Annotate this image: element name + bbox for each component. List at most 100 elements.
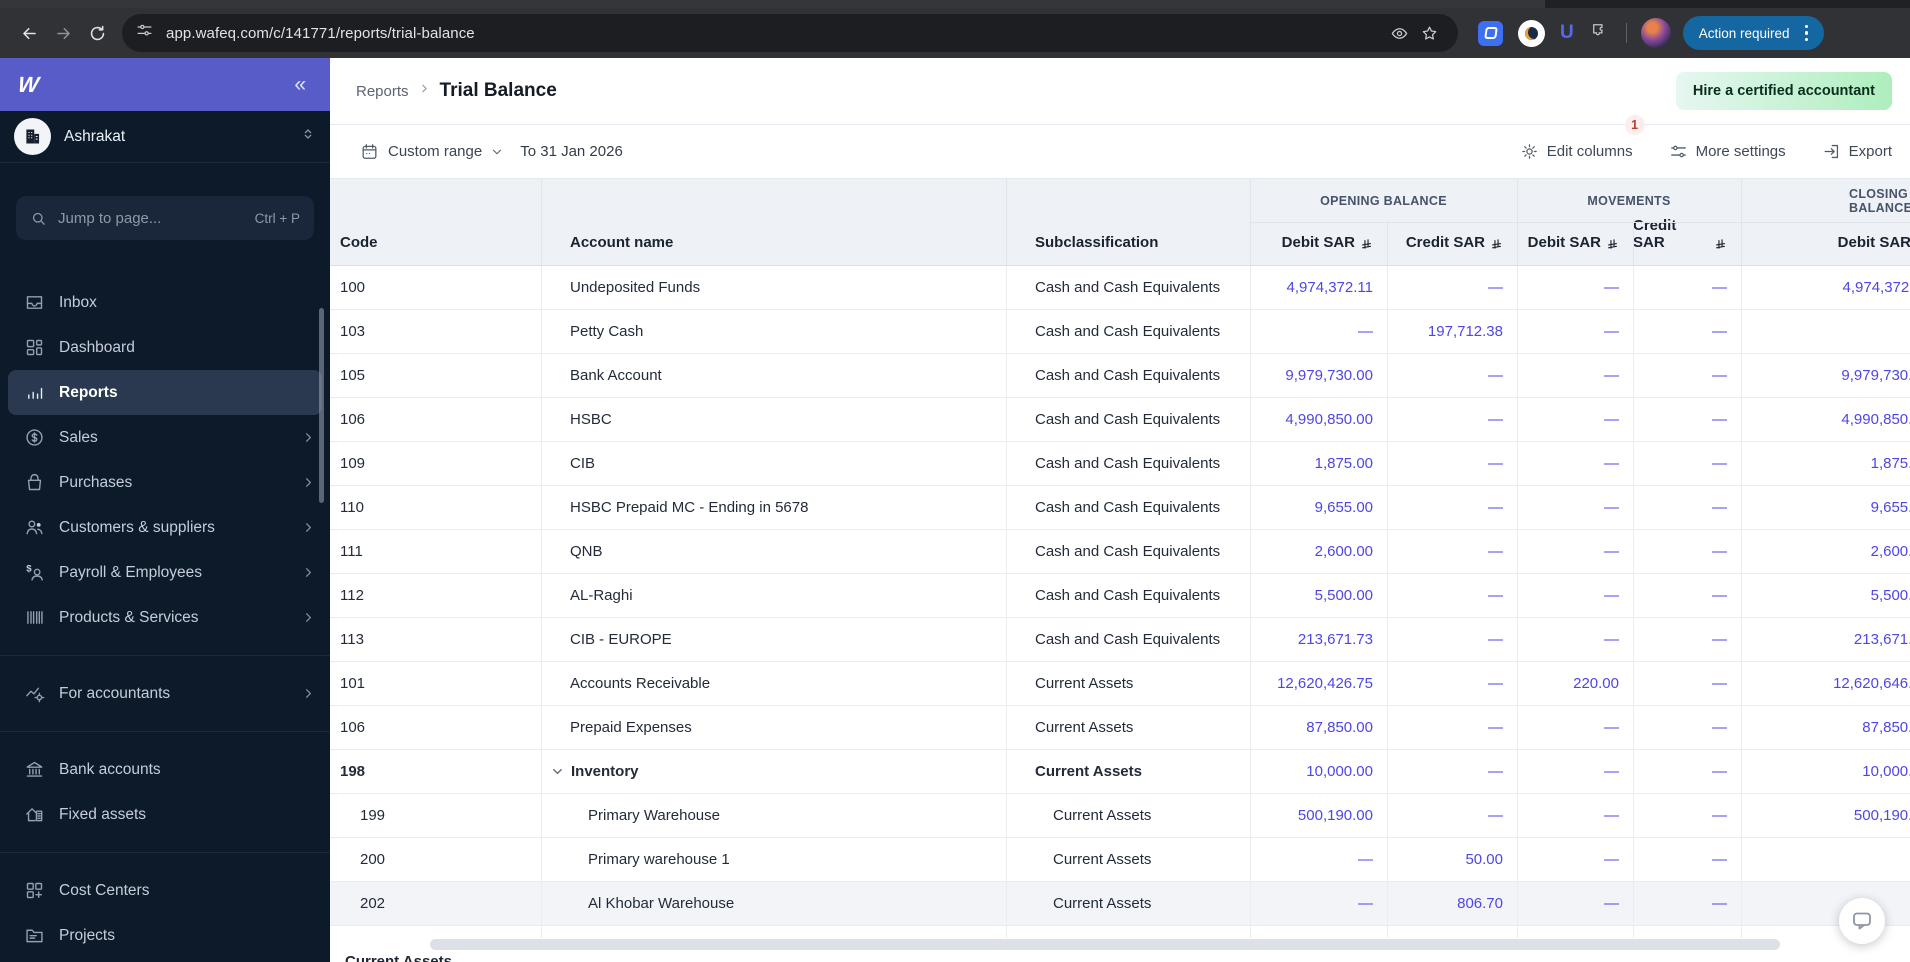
- site-settings-icon[interactable]: [136, 22, 153, 44]
- active-tab[interactable]: [0, 0, 1545, 8]
- cell-subclassification: Current Assets: [1006, 882, 1250, 925]
- cell-movements-debit: —: [1517, 574, 1633, 617]
- cell-opening-debit: 10,000.00: [1250, 750, 1387, 793]
- table-row[interactable]: 106 Prepaid Expenses Current Assets 87,850.…: [330, 706, 1910, 750]
- chevron-right-icon: [301, 520, 316, 535]
- sidebar-item-products[interactable]: Products & Services: [0, 595, 330, 640]
- table-row[interactable]: 111 QNB Cash and Cash Equivalents 2,600.00—…: [330, 530, 1910, 574]
- breadcrumb-reports-link[interactable]: Reports: [356, 83, 409, 100]
- cell-opening-credit: —: [1387, 266, 1517, 309]
- extensions-puzzle-icon[interactable]: [1589, 20, 1610, 46]
- cell-opening-debit: —: [1250, 838, 1387, 881]
- cell-subclassification: Cash and Cash Equivalents: [1006, 266, 1250, 309]
- header-account-name[interactable]: Account name: [541, 179, 1006, 265]
- edit-columns-button[interactable]: Edit columns 1: [1520, 115, 1645, 161]
- reload-button[interactable]: [80, 16, 114, 50]
- report-toolbar: Custom range To 31 Jan 2026 Edit columns…: [330, 115, 1910, 178]
- table-row[interactable]: 110 HSBC Prepaid MC - Ending in 5678 Cash …: [330, 486, 1910, 530]
- table-row[interactable]: 200 Primary warehouse 1 Current Assets —50.…: [330, 838, 1910, 882]
- header-code[interactable]: Code: [330, 179, 541, 265]
- cell-account-name: HSBC Prepaid MC - Ending in 5678: [541, 486, 1006, 529]
- jump-to-page-search[interactable]: Jump to page... Ctrl + P: [16, 196, 314, 240]
- cost-centers-icon: [24, 880, 45, 901]
- sidebar-item-sales[interactable]: Sales: [0, 415, 330, 460]
- action-required-pill[interactable]: Action required: [1682, 16, 1824, 50]
- trial-balance-table: Code Account name Subclassification Debi…: [330, 178, 1910, 938]
- horizontal-scrollbar-thumb[interactable]: [430, 939, 1780, 950]
- cell-code: [330, 926, 541, 938]
- cell-movements-credit: —: [1633, 882, 1741, 925]
- sar-currency-icon: [1716, 239, 1725, 249]
- cell-movements-debit: —: [1517, 530, 1633, 573]
- browser-menu-icon[interactable]: [1796, 24, 1818, 42]
- chevron-right-icon: [301, 565, 316, 580]
- hire-accountant-button[interactable]: Hire a certified accountant: [1675, 72, 1892, 110]
- sidebar-item-purchases[interactable]: Purchases: [0, 460, 330, 505]
- table-row[interactable]: 101 Accounts Receivable Current Assets 12,6…: [330, 662, 1910, 706]
- sidebar-collapse-button[interactable]: «: [288, 72, 312, 97]
- workspace-selector[interactable]: Ashrakat: [0, 111, 330, 163]
- sidebar-item-accountants[interactable]: For accountants: [0, 671, 330, 716]
- table-row[interactable]: 109 CIB Cash and Cash Equivalents 1,875.00—…: [330, 442, 1910, 486]
- table-row[interactable]: 105 Bank Account Cash and Cash Equivalents…: [330, 354, 1910, 398]
- bookmark-star-icon[interactable]: [1414, 18, 1444, 48]
- cell-opening-debit: 4,990,850.00: [1250, 398, 1387, 441]
- sidebar-item-cost-centers[interactable]: Cost Centers: [0, 868, 330, 913]
- sidebar-item-bank[interactable]: Bank accounts: [0, 747, 330, 792]
- profile-avatar[interactable]: [1640, 18, 1671, 48]
- collapse-chevron-icon[interactable]: [550, 764, 565, 779]
- breadcrumb-chevron-icon: [409, 82, 440, 100]
- purchases-icon: [24, 472, 45, 493]
- url-text[interactable]: app.wafeq.com/c/141771/reports/trial-bal…: [166, 25, 1384, 42]
- workspace-name: Ashrakat: [64, 127, 126, 145]
- cell-closing-debit: 213,671.73: [1741, 618, 1910, 661]
- cell-account-name: CIB - EUROPE: [541, 618, 1006, 661]
- preview-eye-icon[interactable]: [1384, 18, 1414, 48]
- table-row[interactable]: 103 Petty Cash Cash and Cash Equivalents —1…: [330, 310, 1910, 354]
- cell-movements-credit: —: [1633, 486, 1741, 529]
- cell-opening-credit: —: [1387, 574, 1517, 617]
- cell-code: 113: [340, 631, 364, 648]
- sidebar-item-fixed-assets[interactable]: Fixed assets: [0, 792, 330, 837]
- export-button[interactable]: Export: [1822, 142, 1892, 161]
- table-row[interactable]: 202 Al Khobar Warehouse Current Assets —806…: [330, 882, 1910, 926]
- sidebar-item-dashboard[interactable]: Dashboard: [0, 325, 330, 370]
- cell-movements-credit: —: [1633, 794, 1741, 837]
- chat-widget-button[interactable]: [1839, 898, 1885, 944]
- sidebar-item-label: Products & Services: [59, 608, 199, 626]
- accountants-icon: [24, 683, 45, 704]
- header-subclassification[interactable]: Subclassification: [1006, 179, 1250, 265]
- table-row[interactable]: 112 AL-Raghi Cash and Cash Equivalents 5,50…: [330, 574, 1910, 618]
- table-row[interactable]: 113 CIB - EUROPE Cash and Cash Equivalents…: [330, 618, 1910, 662]
- table-row[interactable]: 106 HSBC Cash and Cash Equivalents 4,990,85…: [330, 398, 1910, 442]
- sidebar-item-reports[interactable]: Reports: [8, 370, 322, 415]
- sidebar-item-inbox[interactable]: Inbox: [0, 280, 330, 325]
- cell-movements-credit: —: [1633, 442, 1741, 485]
- group-header-closing-balance: CLOSING BALANCE: [1741, 179, 1910, 223]
- table-row[interactable]: 100 Undeposited Funds Cash and Cash Equiva…: [330, 266, 1910, 310]
- sidebar-item-payroll[interactable]: $ Payroll & Employees: [0, 550, 330, 595]
- cell-closing-debit: 9,979,730.00: [1741, 354, 1910, 397]
- extension-avatar-icon[interactable]: [1518, 19, 1545, 47]
- extension-icon[interactable]: [1478, 20, 1503, 46]
- cell-subclassification: Cash and Cash Equivalents: [1006, 398, 1250, 441]
- date-range-control[interactable]: Custom range To 31 Jan 2026: [360, 142, 623, 161]
- forward-button[interactable]: [46, 16, 80, 50]
- payroll-icon: $: [24, 562, 45, 583]
- table-row[interactable]: 198 Inventory Current Assets 10,000.00— — —10…: [330, 750, 1910, 794]
- back-button[interactable]: [12, 16, 46, 50]
- sidebar-item-label: Bank accounts: [59, 760, 161, 778]
- extension-u-icon[interactable]: U: [1560, 22, 1574, 44]
- chevron-right-icon: [301, 430, 316, 445]
- cell-opening-credit: —: [1387, 618, 1517, 661]
- more-settings-button[interactable]: More settings: [1669, 142, 1786, 161]
- cell-opening-debit: [1250, 926, 1387, 938]
- table-row[interactable]: 199 Primary Warehouse Current Assets 500,19…: [330, 794, 1910, 838]
- sidebar-item-customers[interactable]: Customers & suppliers: [0, 505, 330, 550]
- sidebar-item-projects[interactable]: Projects: [0, 913, 330, 958]
- cell-movements-credit: —: [1633, 266, 1741, 309]
- inbox-icon: [24, 292, 45, 313]
- page-title: Trial Balance: [439, 80, 557, 101]
- sidebar-scrollbar-thumb[interactable]: [319, 308, 324, 503]
- url-bar[interactable]: app.wafeq.com/c/141771/reports/trial-bal…: [122, 14, 1458, 52]
